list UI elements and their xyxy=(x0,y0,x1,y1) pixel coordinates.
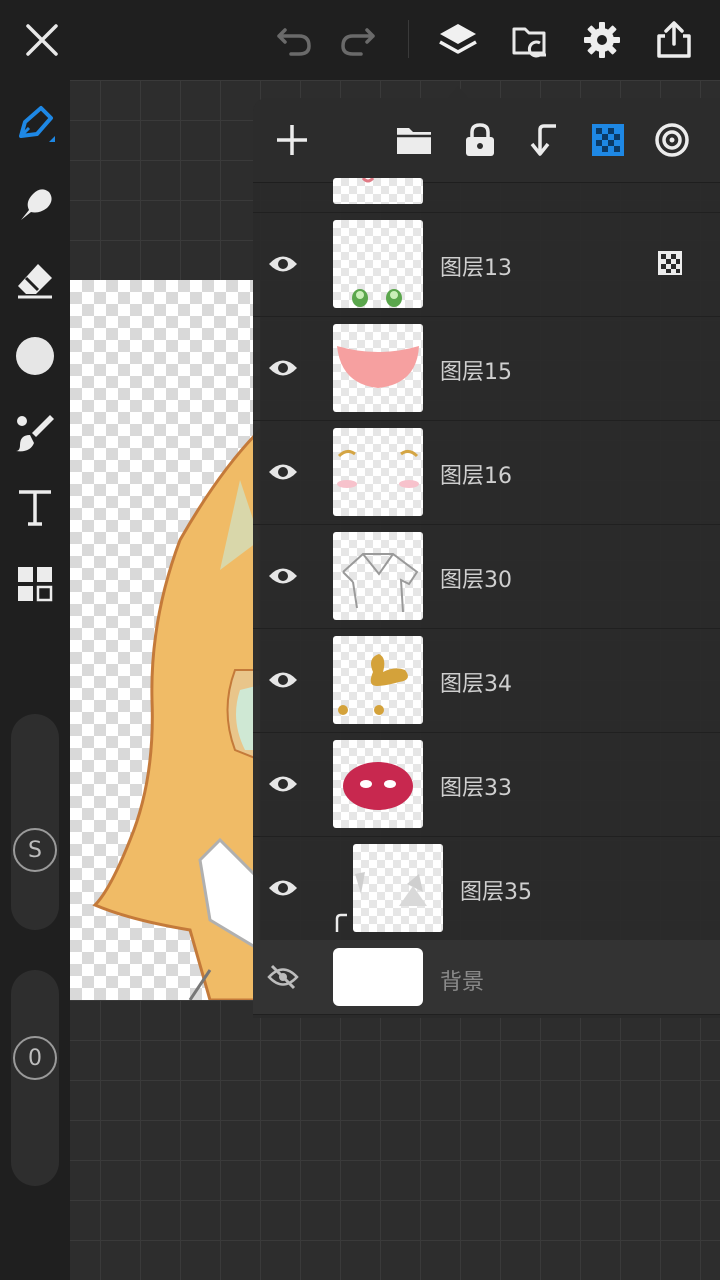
layer-row-partial[interactable] xyxy=(253,156,720,213)
layer-thumbnail xyxy=(333,948,423,1006)
layer-name: 图层34 xyxy=(440,672,512,697)
visibility-toggle[interactable] xyxy=(263,868,303,908)
import-button[interactable] xyxy=(506,0,554,80)
pen-icon xyxy=(19,106,55,142)
eye-icon xyxy=(269,568,297,584)
gallery-tool[interactable] xyxy=(0,552,70,616)
layer-thumbnail xyxy=(333,428,423,516)
visibility-toggle[interactable] xyxy=(263,452,303,492)
reference-icon xyxy=(655,123,689,157)
color-circle-icon xyxy=(16,337,54,375)
import-folder-icon xyxy=(512,27,546,58)
close-button[interactable] xyxy=(16,0,68,80)
eye-icon xyxy=(269,360,297,376)
brush-library-tool[interactable] xyxy=(0,400,70,464)
undo-button[interactable] xyxy=(270,0,318,80)
layer-row[interactable]: 图层15 xyxy=(253,316,720,421)
visibility-toggle[interactable] xyxy=(263,244,303,284)
layer-thumbnail xyxy=(333,324,423,412)
opacity-handle[interactable]: 0 xyxy=(13,1036,57,1080)
layer-row[interactable]: 图层16 xyxy=(253,420,720,525)
toolbar-divider xyxy=(408,20,409,58)
layer-name: 图层35 xyxy=(460,880,532,905)
layer-thumbnail xyxy=(333,636,423,724)
clipping-icon xyxy=(530,124,556,156)
alpha-lock-icon xyxy=(592,124,624,156)
visibility-toggle[interactable] xyxy=(263,957,303,997)
layer-thumbnail xyxy=(333,178,423,204)
gear-icon xyxy=(584,22,620,58)
eye-icon xyxy=(269,672,297,688)
undo-icon xyxy=(277,28,311,56)
text-tool[interactable] xyxy=(0,476,70,540)
eye-icon xyxy=(269,464,297,480)
layer-thumbnail xyxy=(333,740,423,828)
tool-sidebar: S 0 xyxy=(0,80,70,1280)
close-icon xyxy=(26,24,58,56)
brush-library-icon xyxy=(16,415,54,452)
eye-off-icon xyxy=(267,964,299,990)
eye-icon xyxy=(269,880,297,896)
eraser-icon xyxy=(18,264,52,299)
layers-icon xyxy=(439,24,477,54)
layer-name: 背景 xyxy=(440,970,485,995)
layer-row[interactable]: 图层35 xyxy=(253,836,720,941)
layer-row[interactable]: 图层34 xyxy=(253,628,720,733)
layer-row[interactable]: 图层30 xyxy=(253,524,720,629)
layer-thumbnail xyxy=(333,532,423,620)
layer-panel: 图层13 图层15 图层16 图层30 图层34 图层33 图层35 背景 xyxy=(253,98,720,1018)
redo-icon xyxy=(341,28,375,56)
layer-name: 图层33 xyxy=(440,776,512,801)
pen-tool[interactable] xyxy=(0,94,70,158)
layer-name: 图层16 xyxy=(440,464,512,489)
smudge-icon xyxy=(21,189,52,220)
add-icon xyxy=(277,125,307,155)
brush-size-slider[interactable]: S xyxy=(11,714,59,930)
smudge-tool[interactable] xyxy=(0,172,70,236)
top-bar xyxy=(0,0,720,80)
eraser-tool[interactable] xyxy=(0,248,70,312)
redo-button[interactable] xyxy=(334,0,382,80)
settings-button[interactable] xyxy=(578,0,626,80)
layer-row[interactable]: 图层33 xyxy=(253,732,720,837)
artboard[interactable] xyxy=(70,280,260,1000)
clipping-indicator-icon xyxy=(335,913,347,932)
layer-name: 图层15 xyxy=(440,360,512,385)
folder-icon xyxy=(397,128,431,154)
visibility-toggle[interactable] xyxy=(263,660,303,700)
share-button[interactable] xyxy=(650,0,698,80)
layer-name: 图层13 xyxy=(440,256,512,281)
visibility-toggle[interactable] xyxy=(263,348,303,388)
color-picker-button[interactable] xyxy=(0,324,70,388)
text-icon xyxy=(19,490,51,526)
layer-name: 图层30 xyxy=(440,568,512,593)
layer-thumbnail xyxy=(333,220,423,308)
eye-icon xyxy=(269,256,297,272)
visibility-toggle[interactable] xyxy=(263,764,303,804)
brush-size-handle[interactable]: S xyxy=(13,828,57,872)
artwork-preview xyxy=(92,427,260,1000)
layer-row[interactable]: 图层13 xyxy=(253,212,720,317)
lock-icon xyxy=(466,123,494,156)
visibility-toggle[interactable] xyxy=(263,556,303,596)
alpha-locked-icon xyxy=(658,251,682,275)
layer-row-background[interactable]: 背景 xyxy=(253,940,720,1015)
opacity-slider[interactable]: 0 xyxy=(11,970,59,1186)
grid-icon xyxy=(18,567,53,602)
layer-thumbnail xyxy=(353,844,443,932)
share-icon xyxy=(657,21,691,58)
layers-button[interactable] xyxy=(434,0,482,80)
eye-icon xyxy=(269,776,297,792)
